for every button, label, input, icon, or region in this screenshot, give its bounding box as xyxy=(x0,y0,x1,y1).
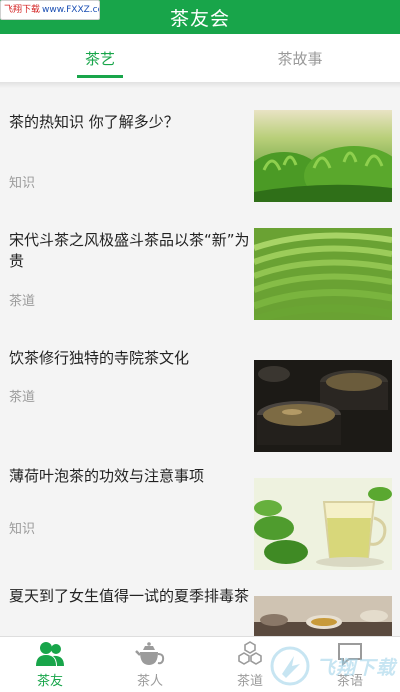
watermark-banner: 飞翔下载www.FXXZ.com xyxy=(0,0,100,20)
article-title: 宋代斗茶之风极盛斗茶品以茶“新”为贵 xyxy=(9,231,250,270)
nav-tea-people-label: 茶人 xyxy=(136,674,163,689)
hexagons-icon xyxy=(238,641,262,665)
tea-terrace-image xyxy=(254,228,392,320)
watermark-text: 飞翔下载 xyxy=(316,656,397,679)
dark-tea-cups-image xyxy=(254,360,392,452)
list-item[interactable]: 宋代斗茶之风极盛斗茶品以茶“新”为贵 茶道 xyxy=(0,206,400,324)
nav-tea-ceremony-label: 茶道 xyxy=(236,674,263,689)
nav-tea-friends-label: 茶友 xyxy=(36,674,63,689)
tea-set-image xyxy=(254,596,392,636)
article-tag: 茶道 xyxy=(9,294,36,309)
people-icon xyxy=(36,642,64,666)
teapot-icon xyxy=(135,642,165,665)
mint-tea-cup-image xyxy=(254,478,392,570)
watermark-url: www.FXXZ.com xyxy=(42,5,99,15)
tab-tea-stories-label: 茶故事 xyxy=(277,49,323,68)
article-list[interactable]: 茶的热知识 你了解多少？ 知识 宋代斗茶之风极盛斗茶品以茶“新”为贵 茶道 饮茶… xyxy=(0,88,400,636)
tab-bar: 茶艺 茶故事 xyxy=(0,34,400,82)
list-item[interactable]: 茶的热知识 你了解多少？ 知识 xyxy=(0,88,400,206)
nav-tea-friends[interactable]: 茶友 xyxy=(0,637,100,692)
article-tag: 知识 xyxy=(9,522,36,537)
list-item[interactable]: 饮茶修行独特的寺院茶文化 茶道 xyxy=(0,324,400,452)
watermark-logo: 飞翔下载 xyxy=(270,642,396,690)
tab-tea-stories[interactable]: 茶故事 xyxy=(200,34,400,82)
article-title: 茶的热知识 你了解多少？ xyxy=(9,113,179,131)
list-item[interactable]: 夏天到了女生值得一试的夏季排毒茶 xyxy=(0,560,400,636)
article-tag: 知识 xyxy=(9,176,36,191)
tab-tea-art[interactable]: 茶艺 xyxy=(0,34,200,82)
article-tag: 茶道 xyxy=(9,390,36,405)
tab-tea-art-label: 茶艺 xyxy=(84,49,115,68)
nav-tea-people[interactable]: 茶人 xyxy=(100,637,200,692)
list-item[interactable]: 薄荷叶泡茶的功效与注意事项 知识 xyxy=(0,442,400,570)
app-title: 茶友会 xyxy=(169,7,230,30)
tea-plantation-image xyxy=(254,110,392,202)
article-title: 夏天到了女生值得一试的夏季排毒茶 xyxy=(9,587,250,605)
watermark-brand: 飞翔下载 xyxy=(4,5,41,15)
article-title: 饮茶修行独特的寺院茶文化 xyxy=(9,349,190,367)
article-title: 薄荷叶泡茶的功效与注意事项 xyxy=(9,467,205,485)
download-logo-icon xyxy=(270,646,310,686)
